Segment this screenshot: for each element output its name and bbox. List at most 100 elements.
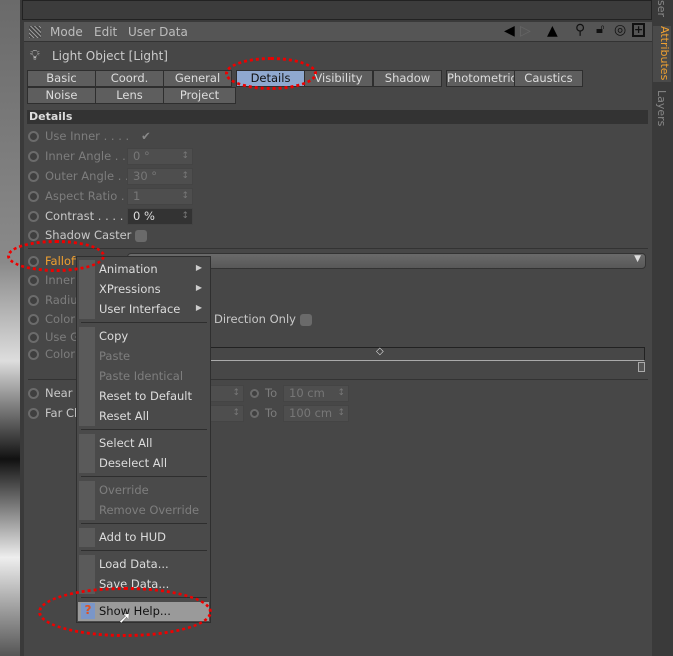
menu-item-copy[interactable]: Copy <box>99 329 128 343</box>
label: Aspect Ratio . <box>45 189 125 203</box>
context-menu: Animation ▶ XPressions ▶ User Interface ▶ Copy… <box>76 256 211 623</box>
far-to-field[interactable]: 100 cm <box>283 405 349 422</box>
aspect-ratio-field[interactable]: 1 <box>127 188 193 205</box>
label: Far Cl <box>45 406 78 420</box>
menu-separator <box>81 550 207 551</box>
animate-radio[interactable] <box>28 230 39 241</box>
menu-item-remove-override[interactable]: Remove Override <box>99 503 199 517</box>
menu-gutter <box>79 434 95 473</box>
outer-angle-field[interactable]: 30 ° <box>127 168 193 185</box>
tab-noise[interactable]: Noise <box>27 87 96 104</box>
menu-item-reset-to-default[interactable]: Reset to Default <box>99 389 192 403</box>
viewport[interactable] <box>0 0 20 656</box>
menu-item-user-interface[interactable]: User Interface <box>99 302 180 316</box>
animate-radio[interactable] <box>250 409 259 418</box>
use-inner-row: Use Inner . . . . ✔ <box>28 127 151 145</box>
animate-radio[interactable] <box>28 349 39 360</box>
animate-radio[interactable] <box>28 314 39 325</box>
animate-radio[interactable] <box>250 389 259 398</box>
animate-radio[interactable] <box>28 275 39 286</box>
tab-browser[interactable]: ser <box>655 0 668 17</box>
lock-icon[interactable]: 🔓︎ <box>596 22 604 37</box>
top-panel <box>22 0 652 20</box>
menu-item-xpressions[interactable]: XPressions <box>99 282 161 296</box>
menu-mode[interactable]: Mode <box>50 25 83 39</box>
menu-item-animation[interactable]: Animation <box>99 262 158 276</box>
menu-item-override[interactable]: Override <box>99 483 149 497</box>
menu-item-label: User Interface <box>99 302 181 316</box>
menu-item-label: Deselect All <box>99 456 168 470</box>
use-gradient-row: Use G <box>28 328 79 346</box>
forward-arrow-icon[interactable]: ▷ <box>520 23 531 39</box>
menu-item-deselect-all[interactable]: Deselect All <box>99 456 167 470</box>
menu-item-label: Reset All <box>99 409 150 423</box>
menu-item-label: XPressions <box>99 282 161 296</box>
menu-item-label: Paste <box>99 349 131 363</box>
menu-gutter <box>79 528 95 547</box>
search-icon[interactable]: ⚲ <box>575 22 585 38</box>
far-clip-row: Far Cl <box>28 404 77 422</box>
label: To <box>265 406 278 420</box>
use-inner-checkmark-icon[interactable]: ✔ <box>141 129 151 143</box>
grip-icon <box>29 26 41 38</box>
animate-radio[interactable] <box>28 388 39 399</box>
gradient-bar[interactable]: ◇ <box>205 346 645 361</box>
tab-coord[interactable]: Coord. <box>95 70 164 87</box>
tab-shadow[interactable]: Shadow <box>373 70 442 87</box>
label: Inner <box>45 273 75 287</box>
mouse-cursor-icon: ➚ <box>118 608 132 627</box>
label: Outer Angle . . <box>45 169 129 183</box>
tab-project[interactable]: Project <box>163 87 236 104</box>
outer-angle-row: Outer Angle . . <box>28 167 129 185</box>
near-to-field[interactable]: 10 cm <box>283 385 349 402</box>
menu-gutter <box>79 481 95 520</box>
inner-angle-field[interactable]: 0 ° <box>127 148 193 165</box>
menu-item-paste[interactable]: Paste <box>99 349 130 363</box>
target-icon[interactable]: ◎ <box>614 22 626 38</box>
tab-caustics[interactable]: Caustics <box>514 70 583 87</box>
back-arrow-icon[interactable]: ◀ <box>504 23 515 39</box>
contrast-row: Contrast . . . . . <box>28 207 131 225</box>
near-to-label: To <box>250 384 277 402</box>
up-arrow-icon[interactable]: ▲ <box>547 23 558 39</box>
label: Color <box>45 347 76 361</box>
animate-radio[interactable] <box>28 295 39 306</box>
shadow-caster-checkbox[interactable] <box>135 229 148 242</box>
animate-radio[interactable] <box>28 332 39 343</box>
tab-basic[interactable]: Basic <box>27 70 96 87</box>
menu-item-paste-identical[interactable]: Paste Identical <box>99 369 183 383</box>
animate-radio[interactable] <box>28 171 39 182</box>
new-panel-icon[interactable]: + <box>632 23 645 37</box>
menu-user-data[interactable]: User Data <box>128 25 188 39</box>
menu-item-select-all[interactable]: Select All <box>99 436 152 450</box>
menu-item-label: Select All <box>99 436 153 450</box>
tab-general[interactable]: General <box>163 70 232 87</box>
animate-radio[interactable] <box>28 211 39 222</box>
menu-separator <box>81 476 207 477</box>
menu-item-add-to-hud[interactable]: Add to HUD <box>99 530 166 544</box>
gradient-midpoint-knob[interactable]: ◇ <box>376 346 384 357</box>
tab-attributes[interactable]: Attributes <box>653 26 671 82</box>
label: Use Inner . . . . <box>45 129 130 143</box>
right-tab-strip: ser Attributes Layers <box>652 0 673 656</box>
label: To <box>265 386 278 400</box>
menu-item-load-data[interactable]: Load Data... <box>99 557 169 571</box>
animate-radio[interactable] <box>28 151 39 162</box>
menu-item-reset-all[interactable]: Reset All <box>99 409 149 423</box>
gradient-color-knot[interactable] <box>638 362 645 372</box>
animate-radio[interactable] <box>28 131 39 142</box>
direction-only-row: Direction Only <box>214 310 312 328</box>
menu-item-label: Copy <box>99 329 129 343</box>
animate-radio[interactable] <box>28 408 39 419</box>
tab-photometric[interactable]: Photometric <box>446 70 517 87</box>
animate-radio[interactable] <box>28 191 39 202</box>
menu-edit[interactable]: Edit <box>94 25 117 39</box>
object-title: Light Object [Light] <box>52 49 168 63</box>
color-row: Color <box>28 310 75 328</box>
direction-only-checkbox[interactable] <box>299 313 312 326</box>
tab-layers[interactable]: Layers <box>655 90 668 126</box>
tab-lens[interactable]: Lens <box>95 87 164 104</box>
label: Near <box>45 386 73 400</box>
contrast-field[interactable]: 0 % <box>127 208 193 225</box>
near-clip-row: Near <box>28 384 72 402</box>
